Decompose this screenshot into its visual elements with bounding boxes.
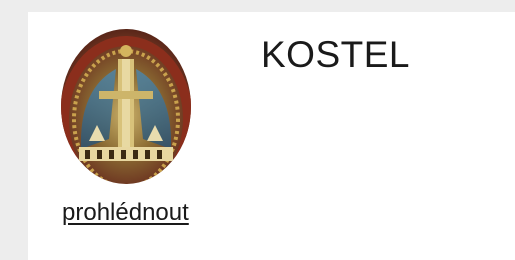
view-link[interactable]: prohlédnout <box>62 201 189 225</box>
info-card: KOSTEL prohlédnout <box>28 0 515 260</box>
page-title: KOSTEL <box>261 34 410 75</box>
church-thumbnail-image[interactable] <box>61 29 191 184</box>
church-ornament-icon <box>61 29 191 184</box>
